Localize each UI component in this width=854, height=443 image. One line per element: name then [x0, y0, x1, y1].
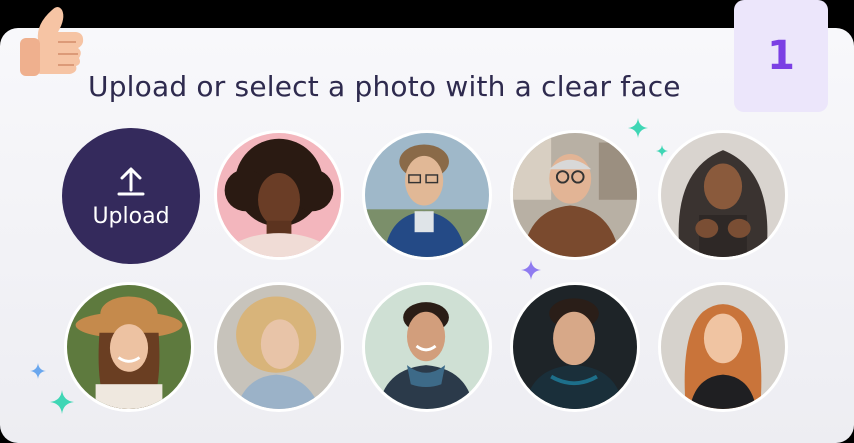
sparkle-icon	[50, 390, 74, 414]
woman-hat-portrait	[67, 285, 191, 409]
blonde-woman-portrait	[217, 285, 341, 409]
upload-label: Upload	[92, 203, 170, 229]
sample-photo-7[interactable]	[362, 282, 492, 412]
young-man-glasses-portrait	[365, 133, 489, 257]
sample-photo-1[interactable]	[214, 130, 344, 260]
sample-photo-6[interactable]	[214, 282, 344, 412]
sample-photo-4[interactable]	[658, 130, 788, 260]
sparkle-icon	[656, 145, 668, 157]
sparkle-icon	[30, 363, 46, 379]
sample-photo-2[interactable]	[362, 130, 492, 260]
sample-photo-9[interactable]	[658, 282, 788, 412]
smiling-man-scarf-portrait	[365, 285, 489, 409]
sparkle-icon	[628, 118, 648, 138]
teen-hoodie-portrait	[661, 133, 785, 257]
elderly-man-glasses-portrait	[513, 133, 637, 257]
page-title: Upload or select a photo with a clear fa…	[88, 70, 681, 103]
sparkle-icon	[521, 260, 541, 280]
thumbs-up-icon	[8, 2, 88, 78]
redhead-woman-portrait	[661, 285, 785, 409]
upload-button[interactable]: Upload	[62, 128, 200, 264]
sample-photo-8[interactable]	[510, 282, 640, 412]
man-dark-hoodie-portrait	[513, 285, 637, 409]
sample-photo-3[interactable]	[510, 130, 640, 260]
curly-hair-woman-portrait	[217, 133, 341, 257]
upload-icon	[117, 167, 145, 195]
step-number-badge: 1	[734, 0, 828, 112]
sample-photo-5[interactable]	[64, 282, 194, 412]
